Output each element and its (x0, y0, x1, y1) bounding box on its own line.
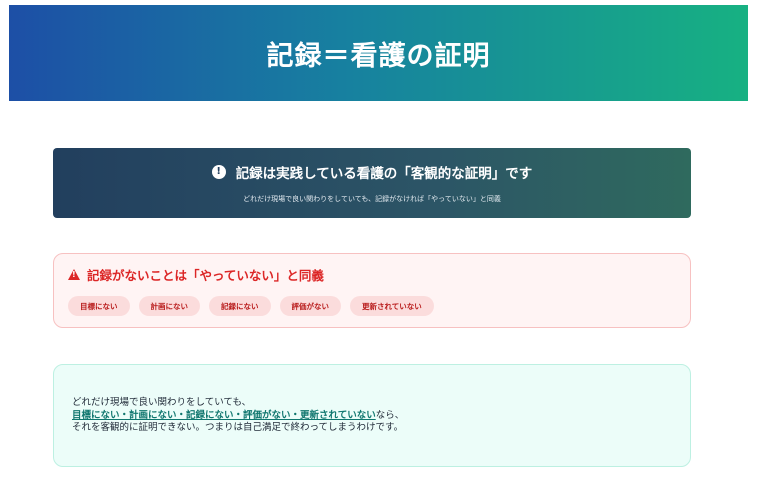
key-message-card: ! 記録は実践している看護の「客観的な証明」です どれだけ現場で良い関わりをして… (53, 148, 691, 218)
explanation-line-1: どれだけ現場で良い関わりをしていても、 (72, 397, 252, 408)
explanation-line-2: 目標にない・計画にない・記録にない・評価がない・更新されていないなら、 (72, 410, 672, 423)
warning-title: 記録がないことは「やっていない」と同義 (87, 268, 324, 283)
tag-no-goal: 目標にない (68, 296, 130, 316)
tag-no-evaluation: 評価がない (279, 296, 341, 316)
warning-title-row: 記録がないことは「やっていない」と同義 (68, 265, 676, 284)
key-message-subtitle: どれだけ現場で良い関わりをしていても、記録がなければ「やっていない」と同義 (243, 195, 501, 203)
warning-card: 記録がないことは「やっていない」と同義 目標にない 計画にない 記録にない 評価… (53, 253, 691, 328)
key-message-title-row: ! 記録は実践している看護の「客観的な証明」です (211, 162, 533, 182)
page-header: 記録＝看護の証明 (9, 5, 748, 101)
tag-no-plan: 計画にない (138, 296, 200, 316)
explanation-line-3: それを客観的に証明できない。つまりは自己満足で終わってしまうわけです。 (72, 422, 404, 433)
tag-not-updated: 更新されていない (350, 296, 434, 316)
explanation-card: どれだけ現場で良い関わりをしていても、 目標にない・計画にない・記録にない・評価… (53, 364, 691, 467)
explanation-line-2-rest: なら、 (375, 409, 405, 421)
key-message-title: 記録は実践している看護の「客観的な証明」です (235, 166, 533, 182)
page-title: 記録＝看護の証明 (266, 40, 491, 72)
tag-no-record: 記録にない (209, 296, 271, 316)
info-circle-icon: ! (211, 165, 226, 179)
warning-triangle-icon (68, 269, 80, 280)
explanation-highlight: 目標にない・計画にない・記録にない・評価がない・更新されていない (72, 409, 376, 421)
warning-tags: 目標にない 計画にない 記録にない 評価がない 更新されていない (68, 296, 676, 316)
